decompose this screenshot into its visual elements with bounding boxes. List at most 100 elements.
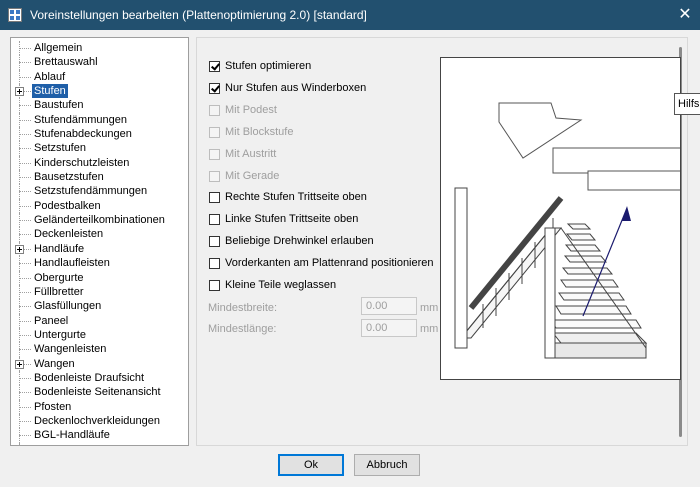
tree-connector [19,234,31,236]
option-checkbox [209,148,220,160]
tree-item-label: Bodenleiste Draufsicht [34,371,145,384]
tree-item[interactable]: Brettauswahl [11,55,176,70]
tree-connector [19,134,31,136]
min-length-input[interactable] [361,319,417,337]
tree-list: Allgemein Brettauswahl Ablauf Stufen Baustuf… [11,41,176,445]
tree-item-label: Allgemein [34,42,83,54]
tree-item-label: BGL-Handlaufleisten [32,443,138,445]
tree-item[interactable]: Deckenlochverkleidungen [11,413,176,429]
tree-connector [19,442,20,445]
tree-item[interactable]: Füllbretter [11,284,176,300]
tree-item-label: Setzstufen [34,142,86,155]
tree-item[interactable]: Wangenleisten [11,342,176,357]
tree-connector [19,177,31,179]
tree-item[interactable]: Handlaufleisten [11,256,176,271]
option-checkbox[interactable] [209,214,220,226]
option-label: Kleine Teile weglassen [225,279,337,291]
tree-item-label: Paneel [34,314,69,327]
option-checkbox[interactable] [209,280,220,291]
ok-button[interactable]: Ok [278,454,344,476]
tree-item[interactable]: Allgemein [11,41,176,56]
tree-item-label: Wangenleisten [34,343,107,356]
tree-item-label: Stufenabdeckungen [34,128,132,141]
tree-connector [19,406,31,408]
tree-connector [19,191,31,193]
tree-item-label: BGL-Handläufe [34,429,110,442]
option-label: Nur Stufen aus Winderboxen [225,81,367,94]
expand-plus-icon[interactable] [15,244,24,254]
tree-scrollbar[interactable] [184,38,188,445]
tree-item-label: Untergurte [34,328,86,341]
tree-item-label: Handläufe [34,242,85,255]
tree-item[interactable]: Bodenleiste Seitenansicht [11,385,176,400]
tree-connector [19,277,31,279]
option-checkbox[interactable] [209,82,220,94]
option-checkbox [209,170,220,182]
tree-item[interactable]: Podestbalken [11,198,176,214]
tree-item[interactable]: Stufenabdeckungen [11,127,176,142]
tree-connector [19,162,31,164]
tree-item-label: Brettauswahl [34,56,98,69]
min-length-label: Mindestlänge: [208,323,277,335]
tree-item[interactable]: BGL-Handlaufleisten [11,442,176,445]
tree-item[interactable]: Baustufen [11,98,176,113]
option-label: Mit Austritt [225,147,277,160]
option-checkbox[interactable] [209,61,220,72]
title-bar: Voreinstellungen bearbeiten (Plattenopti… [0,0,700,30]
tree-connector [19,334,31,336]
tree-item-label: Geländerteilkombinationen [34,214,165,227]
option-checkbox[interactable] [209,192,220,204]
tree-connector [19,306,31,308]
tree-item[interactable]: Pfosten [11,399,176,414]
min-width-unit: mm [420,302,439,314]
tree-item-label: Bodenleiste Seitenansicht [34,386,161,399]
tree-item[interactable]: BGL-Handläufe [11,428,176,443]
tree-item[interactable]: Stufendämmungen [11,112,176,128]
expand-plus-icon[interactable] [15,87,24,97]
tree-connector [19,48,31,49]
tree-item[interactable]: Untergurte [11,327,176,343]
tree-connector [19,420,31,422]
min-width-label: Mindestbreite: [208,302,278,314]
app-icon [8,8,22,22]
tree-item[interactable]: Setzstufendämmungen [11,184,176,199]
tree-item[interactable]: Stufen [11,84,176,99]
option-checkbox [209,126,220,138]
tree-item-label: Setzstufendämmungen [34,185,148,198]
tree-item[interactable]: Bodenleiste Draufsicht [11,370,176,386]
option-checkbox [209,104,220,116]
hint-tab[interactable]: Hilfs [674,93,700,115]
tree-item-label: Obergurte [34,271,84,284]
tree-item[interactable]: Paneel [11,313,176,328]
tree-item[interactable]: Wangen [11,356,176,371]
tree-item[interactable]: Bausetzstufen [11,170,176,185]
tree-connector [19,205,31,207]
option-checkbox[interactable] [209,258,220,270]
tree-item[interactable]: Geländerteilkombinationen [11,213,176,228]
tree-item[interactable]: Setzstufen [11,141,176,156]
stair-preview [440,57,681,380]
tree-item-label: Bausetzstufen [34,171,104,184]
tree-connector [19,220,31,222]
tree-connector [19,62,31,64]
tree-item[interactable]: Deckenleisten [11,227,176,242]
stair-illustration [454,102,680,359]
min-width-input[interactable] [361,297,417,315]
tree-item[interactable]: Ablauf [11,69,176,85]
tree-item-label: Glasfüllungen [34,300,102,313]
min-length-unit: mm [420,323,439,335]
tree-item[interactable]: Glasfüllungen [11,299,176,314]
option-checkbox[interactable] [209,236,220,248]
cancel-button[interactable]: Abbruch [354,454,420,476]
tree-item[interactable]: Obergurte [11,270,176,285]
tree-item-label: Handlaufleisten [34,257,110,270]
tree-item[interactable]: Handläufe [11,241,176,257]
tree-item[interactable]: Kinderschutzleisten [11,155,176,171]
tree-connector [19,435,31,437]
tree-item-label: Kinderschutzleisten [34,156,130,169]
option-label: Vorderkanten am Plattenrand positioniere… [225,257,434,270]
option-label: Beliebige Drehwinkel erlauben [225,235,374,248]
tree-connector [19,349,31,351]
close-icon[interactable]: ✕ [670,0,700,30]
expand-plus-icon[interactable] [15,359,24,369]
